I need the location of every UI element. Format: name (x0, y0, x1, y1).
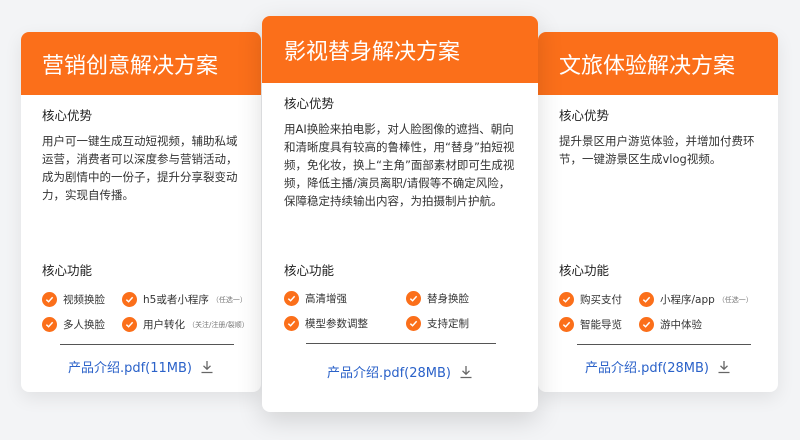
feature-label: 替身换脸 (427, 293, 469, 305)
pdf-label: 产品介绍.pdf(28MB) (584, 361, 710, 376)
feature-item: 多人换脸 (42, 317, 122, 332)
feature-item: 视频换脸 (42, 292, 122, 307)
solution-card-tourism: 文旅体验解决方案 核心优势 提升景区用户游览体验，并增加付费环节，一键游景区生成… (538, 32, 778, 392)
solution-card-marketing: 营销创意解决方案 核心优势 用户可一键生成互动短视频，辅助私域运营，消费者可以深… (21, 32, 261, 392)
check-icon (559, 317, 574, 332)
feature-note: （关注/注册/裂顺） (188, 320, 249, 329)
solution-card-film-double: 影视替身解决方案 核心优势 用AI换脸来拍电影，对人脸图像的遮挡、朝向和清晰度具… (262, 16, 538, 412)
pdf-download-link[interactable]: 产品介绍.pdf(11MB) (42, 357, 240, 376)
features-label: 核心功能 (42, 263, 93, 278)
feature-label: 高清增强 (305, 293, 347, 305)
feature-label: 小程序/app (660, 294, 715, 306)
features-label: 核心功能 (559, 263, 610, 278)
feature-item: 用户转化 （关注/注册/裂顺） (122, 317, 249, 332)
feature-label: 用户转化 (143, 319, 185, 331)
feature-label: h5或者小程序 (143, 294, 209, 306)
feature-item: 购买支付 (559, 292, 639, 307)
check-icon (406, 291, 421, 306)
feature-label: 智能导览 (580, 319, 622, 331)
feature-item: 高清增强 (284, 291, 406, 306)
advantage-label: 核心优势 (284, 96, 335, 111)
pdf-label: 产品介绍.pdf(11MB) (67, 361, 193, 376)
card-title: 影视替身解决方案 (262, 16, 538, 83)
download-icon[interactable] (717, 360, 731, 374)
feature-note: （任选一） (211, 295, 247, 304)
feature-list: 高清增强 替身换脸 模型参数调整 支持定制 (284, 291, 516, 331)
download-icon[interactable] (200, 360, 214, 374)
check-icon (42, 292, 57, 307)
check-icon (284, 316, 299, 331)
advantage-text: 用户可一键生成互动短视频，辅助私域运营，消费者可以深度参与营销活动，成为剧情中的… (42, 134, 238, 202)
pdf-label: 产品介绍.pdf(28MB) (326, 366, 452, 381)
feature-label: 模型参数调整 (305, 318, 368, 330)
card-title: 文旅体验解决方案 (538, 32, 778, 95)
feature-list: 购买支付 小程序/app （任选一） 智能导览 游中体验 (559, 292, 757, 332)
feature-list: 视频换脸 h5或者小程序 （任选一） 多人换脸 用户转化 （关注/注册/裂顺） (42, 292, 249, 332)
feature-item: 智能导览 (559, 317, 639, 332)
pdf-download-link[interactable]: 产品介绍.pdf(28MB) (284, 362, 516, 381)
feature-note: （任选一） (717, 295, 753, 304)
feature-label: 视频换脸 (63, 294, 105, 306)
feature-label: 支持定制 (427, 318, 469, 330)
advantage-label: 核心优势 (559, 108, 610, 123)
advantage-text: 用AI换脸来拍电影，对人脸图像的遮挡、朝向和清晰度具有较高的鲁棒性，用“替身”拍… (284, 122, 515, 208)
feature-item: 支持定制 (406, 316, 516, 331)
feature-item: 替身换脸 (406, 291, 516, 306)
check-icon (639, 292, 654, 307)
features-label: 核心功能 (284, 263, 335, 278)
check-icon (122, 317, 137, 332)
check-icon (122, 292, 137, 307)
card-title: 营销创意解决方案 (21, 32, 261, 95)
check-icon (639, 317, 654, 332)
advantage-text: 提升景区用户游览体验，并增加付费环节，一键游景区生成vlog视频。 (559, 134, 755, 166)
divider (577, 344, 751, 345)
feature-item: 模型参数调整 (284, 316, 406, 331)
pdf-download-link[interactable]: 产品介绍.pdf(28MB) (559, 357, 757, 376)
feature-item: h5或者小程序 （任选一） (122, 292, 249, 307)
divider (306, 343, 496, 344)
advantage-label: 核心优势 (42, 108, 93, 123)
feature-label: 游中体验 (660, 319, 702, 331)
divider (60, 344, 234, 345)
feature-label: 多人换脸 (63, 319, 105, 331)
download-icon[interactable] (459, 365, 473, 379)
feature-item: 游中体验 (639, 317, 757, 332)
feature-label: 购买支付 (580, 294, 622, 306)
feature-item: 小程序/app （任选一） (639, 292, 757, 307)
check-icon (284, 291, 299, 306)
check-icon (559, 292, 574, 307)
check-icon (406, 316, 421, 331)
check-icon (42, 317, 57, 332)
